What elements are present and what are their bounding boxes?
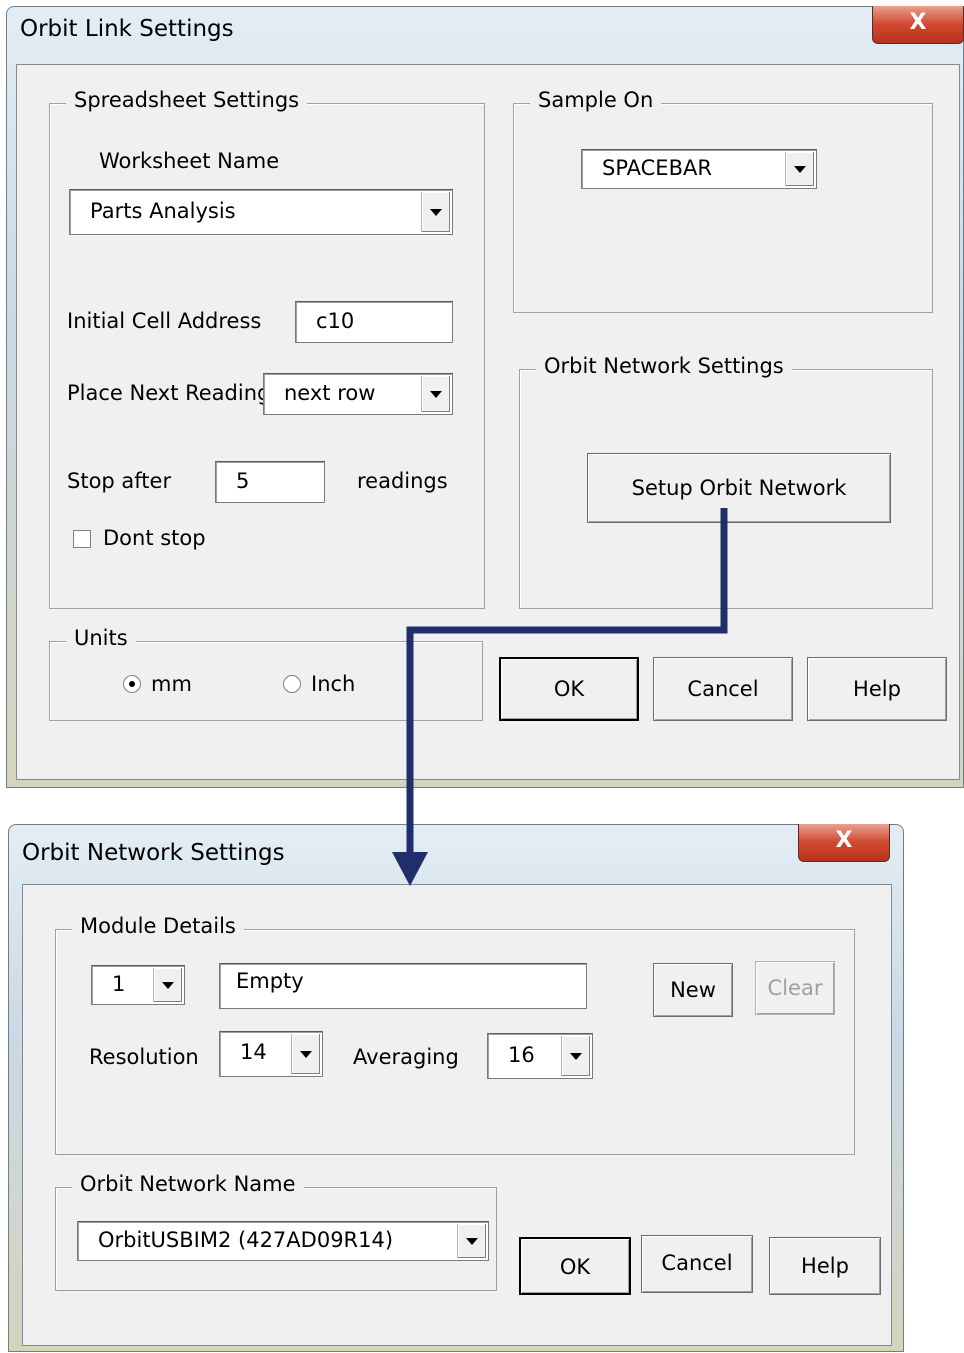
place-next-reading-combo[interactable]: next row [263, 373, 453, 415]
chevron-down-icon[interactable] [421, 376, 450, 412]
mm-radio[interactable] [123, 675, 141, 693]
module-number-combo[interactable]: 1 [91, 965, 185, 1005]
sample-on-legend: Sample On [530, 88, 662, 112]
resolution-label: Resolution [89, 1045, 199, 1069]
initial-cell-address-input[interactable]: c10 [295, 301, 453, 343]
inch-radio[interactable] [283, 675, 301, 693]
stop-after-input[interactable]: 5 [215, 461, 325, 503]
stop-after-label: Stop after [67, 469, 172, 493]
cancel-button[interactable]: Cancel [641, 1235, 753, 1293]
close-button[interactable]: X [872, 6, 964, 44]
chevron-down-icon[interactable] [457, 1224, 486, 1258]
module-details-legend: Module Details [72, 914, 244, 938]
orbit-link-settings-window: Orbit Link Settings X Spreadsheet Settin… [6, 6, 964, 788]
readings-label: readings [357, 469, 448, 493]
inch-label[interactable]: Inch [311, 672, 355, 696]
spreadsheet-settings-legend: Spreadsheet Settings [66, 88, 308, 112]
chevron-down-icon[interactable] [561, 1036, 590, 1076]
place-next-reading-value: next row [284, 381, 376, 405]
units-legend: Units [66, 626, 136, 650]
orbit-network-settings-legend: Orbit Network Settings [536, 354, 792, 378]
module-number-value: 1 [112, 972, 126, 996]
window-title: Orbit Link Settings [20, 16, 234, 42]
help-button[interactable]: Help [769, 1237, 881, 1295]
dont-stop-checkbox[interactable] [73, 530, 91, 548]
sample-on-group: Sample On [513, 88, 933, 313]
chevron-down-icon[interactable] [291, 1034, 320, 1074]
window-title: Orbit Network Settings [22, 840, 285, 866]
orbit-network-name-value: OrbitUSBIM2 (427AD09R14) [98, 1228, 394, 1252]
worksheet-name-label: Worksheet Name [99, 149, 280, 173]
chevron-down-icon[interactable] [785, 152, 814, 186]
orbit-network-name-legend: Orbit Network Name [72, 1172, 304, 1196]
orbit-network-name-combo[interactable]: OrbitUSBIM2 (427AD09R14) [77, 1221, 489, 1261]
cancel-button[interactable]: Cancel [653, 657, 793, 721]
worksheet-name-combo[interactable]: Parts Analysis [69, 189, 453, 235]
averaging-value: 16 [508, 1043, 535, 1067]
chevron-down-icon[interactable] [153, 968, 182, 1002]
units-group: Units [49, 626, 483, 721]
orbit-network-settings-window: Orbit Network Settings X Module Details … [8, 824, 904, 1352]
close-button[interactable]: X [798, 824, 890, 862]
averaging-combo[interactable]: 16 [487, 1033, 593, 1079]
new-button[interactable]: New [653, 963, 733, 1017]
dialog-client-area: Spreadsheet Settings Worksheet Name Part… [16, 64, 960, 780]
dont-stop-label[interactable]: Dont stop [103, 526, 206, 550]
help-button[interactable]: Help [807, 657, 947, 721]
ok-button[interactable]: OK [499, 657, 639, 721]
ok-button[interactable]: OK [519, 1237, 631, 1295]
resolution-combo[interactable]: 14 [219, 1031, 323, 1077]
module-name-input[interactable]: Empty [219, 963, 587, 1009]
sample-on-combo[interactable]: SPACEBAR [581, 149, 817, 189]
setup-orbit-network-button[interactable]: Setup Orbit Network [587, 453, 891, 523]
mm-label[interactable]: mm [151, 672, 192, 696]
sample-on-value: SPACEBAR [602, 156, 712, 180]
averaging-label: Averaging [353, 1045, 459, 1069]
dialog-client-area: Module Details 1 Empty New Clear Resolut… [22, 884, 892, 1346]
initial-cell-address-label: Initial Cell Address [67, 309, 262, 333]
resolution-value: 14 [240, 1040, 267, 1064]
clear-button: Clear [755, 961, 835, 1015]
place-next-reading-label: Place Next Reading [67, 381, 271, 405]
worksheet-name-value: Parts Analysis [90, 199, 236, 223]
chevron-down-icon[interactable] [421, 192, 450, 232]
